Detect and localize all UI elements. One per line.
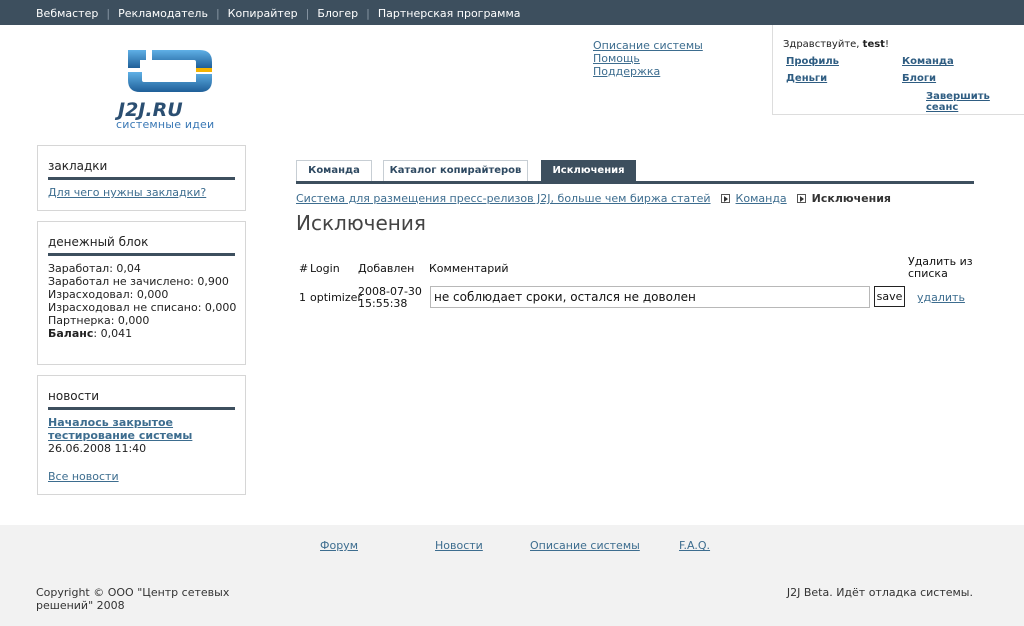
row-time: 15:55:38: [358, 297, 408, 310]
balance-label: Баланс: [48, 327, 94, 340]
nav-separator: |: [305, 7, 310, 20]
news-title: новости: [48, 389, 99, 403]
nav-separator: |: [106, 7, 111, 20]
user-link-money[interactable]: Деньги: [786, 73, 827, 84]
nav-separator: |: [366, 7, 370, 20]
breadcrumb-current: Исключения: [811, 192, 891, 205]
user-link-blogs[interactable]: Блоги: [902, 73, 936, 84]
logout-link[interactable]: Завершить сеанс: [926, 91, 1024, 113]
logo-subtitle: системные идеи: [116, 118, 215, 131]
nav-separator: |: [215, 7, 220, 20]
footer: Форум Новости Описание системы F.A.Q. Co…: [0, 525, 1024, 626]
news-headline-link[interactable]: Началось закрытое тестирование системы: [48, 416, 198, 442]
row-num: 1: [299, 291, 306, 304]
username: test: [862, 39, 885, 50]
news-box: новости Началось закрытое тестирование с…: [37, 375, 246, 495]
nav-copywriter[interactable]: Копирайтер: [228, 7, 298, 20]
beta-status: J2J Beta. Идёт отладка системы.: [786, 586, 973, 599]
col-header-num: #: [299, 262, 309, 275]
save-button[interactable]: save: [874, 286, 905, 307]
bookmarks-help-link[interactable]: Для чего нужны закладки?: [48, 186, 206, 199]
user-link-profile[interactable]: Профиль: [786, 56, 839, 67]
user-panel: Здравствуйте, test! Профиль Команда День…: [772, 25, 1024, 115]
tab-copywriter-catalog[interactable]: Каталог копирайтеров: [383, 160, 528, 181]
row-login: optimizer: [310, 291, 362, 304]
breadcrumb-root[interactable]: Система для размещения пресс-релизов J2J…: [296, 192, 711, 205]
breadcrumb-arrow-icon: [720, 194, 730, 203]
bookmarks-box: закладки Для чего нужны закладки?: [37, 145, 246, 211]
news-date: 26.06.2008 11:40: [48, 442, 147, 455]
greeting-text: Здравствуйте,: [783, 39, 860, 50]
money-spent-pending: Израсходовал не списано: 0,000: [48, 301, 237, 314]
nav-partner-program[interactable]: Партнерская программа: [378, 7, 521, 20]
money-earned: Заработал: 0,04: [48, 262, 141, 275]
money-earned-pending: Заработал не зачислено: 0,900: [48, 275, 229, 288]
header-link-system-description[interactable]: Описание системы: [593, 39, 703, 52]
top-navigation: Вебмастер | Рекламодатель | Копирайтер |…: [0, 0, 1024, 25]
top-nav-items: Вебмастер | Рекламодатель | Копирайтер |…: [36, 7, 521, 20]
money-box: денежный блок Заработал: 0,04 Заработал …: [37, 221, 246, 365]
tabs-underline: [296, 181, 974, 184]
user-link-team[interactable]: Команда: [902, 56, 954, 67]
col-header-delete: Удалить из списка: [908, 255, 973, 280]
balance-value: : 0,041: [93, 327, 133, 340]
box-divider: [48, 407, 235, 410]
user-greeting: Здравствуйте, test!: [783, 39, 889, 50]
copyright: Copyright © ООО "Центр сетевых решений" …: [36, 586, 230, 612]
logo-mark-icon: [128, 50, 212, 92]
bookmarks-title: закладки: [48, 159, 108, 173]
box-divider: [48, 253, 235, 256]
header-links: Описание системы Помощь Поддержка: [593, 39, 703, 78]
section-tabs: Команда Каталог копирайтеров Исключения: [296, 160, 974, 186]
tab-team[interactable]: Команда: [296, 160, 372, 181]
nav-blogger[interactable]: Блогер: [317, 7, 358, 20]
comment-input[interactable]: [430, 286, 870, 308]
money-spent: Израсходовал: 0,000: [48, 288, 169, 301]
money-partner: Партнерка: 0,000: [48, 314, 150, 327]
col-header-added: Добавлен: [358, 262, 415, 275]
breadcrumb-arrow-icon: [796, 194, 806, 203]
footer-link-faq[interactable]: F.A.Q.: [679, 539, 710, 552]
site-logo[interactable]: J2J.RU системные идеи: [112, 48, 232, 131]
footer-link-system-description[interactable]: Описание системы: [530, 539, 640, 552]
header-link-support[interactable]: Поддержка: [593, 65, 703, 78]
breadcrumb: Система для размещения пресс-релизов J2J…: [296, 192, 891, 205]
money-title: денежный блок: [48, 235, 149, 249]
nav-webmaster[interactable]: Вебмастер: [36, 7, 98, 20]
breadcrumb-team[interactable]: Команда: [736, 192, 787, 205]
greeting-end: !: [884, 39, 889, 50]
footer-link-forum[interactable]: Форум: [320, 539, 358, 552]
footer-link-news[interactable]: Новости: [435, 539, 483, 552]
col-header-comment: Комментарий: [429, 262, 509, 275]
tab-exclusions[interactable]: Исключения: [541, 160, 636, 181]
all-news-link[interactable]: Все новости: [48, 470, 119, 483]
col-header-login: Login: [310, 262, 340, 275]
money-balance: Баланс: 0,041: [48, 327, 239, 340]
page-title: Исключения: [296, 211, 426, 235]
nav-advertiser[interactable]: Рекламодатель: [118, 7, 208, 20]
header-link-help[interactable]: Помощь: [593, 52, 703, 65]
box-divider: [48, 177, 235, 180]
delete-link[interactable]: удалить: [917, 292, 965, 304]
